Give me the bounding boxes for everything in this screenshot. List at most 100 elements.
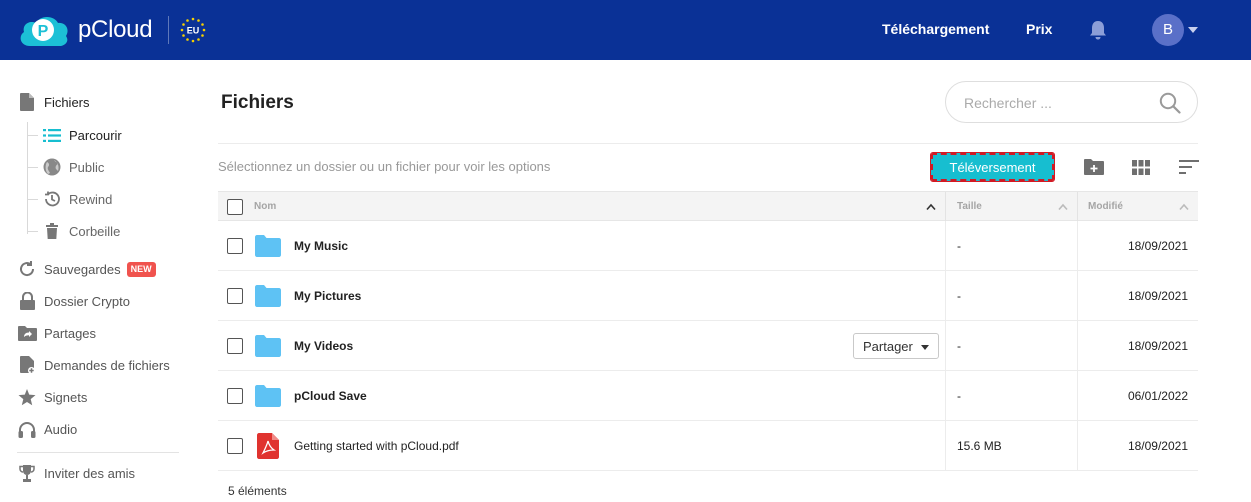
sort-icon[interactable] — [1178, 157, 1200, 177]
sidebar-item-files[interactable]: Fichiers — [17, 92, 90, 112]
sidebar-item-file-requests[interactable]: Demandes de fichiers — [17, 355, 170, 375]
sidebar-item-trash[interactable]: Corbeille — [42, 221, 120, 241]
file-request-icon — [17, 355, 37, 375]
folder-icon — [255, 335, 281, 357]
column-header-modified[interactable]: Modifié — [1088, 201, 1123, 212]
file-name[interactable]: Getting started with pCloud.pdf — [294, 439, 459, 453]
file-size: 15.6 MB — [957, 439, 1002, 453]
sidebar-item-label: Sauvegardes — [44, 261, 121, 277]
new-badge: NEW — [126, 261, 156, 277]
sidebar-item-crypto[interactable]: Dossier Crypto — [17, 291, 130, 311]
column-divider — [1077, 221, 1078, 271]
file-name[interactable]: My Videos — [294, 339, 353, 353]
row-checkbox[interactable] — [227, 388, 243, 404]
sidebar-item-label: Audio — [44, 421, 78, 437]
sidebar-item-public[interactable]: Public — [42, 157, 104, 177]
sidebar-item-label: Partages — [44, 325, 97, 341]
nav-pricing-link[interactable]: Prix — [1026, 21, 1052, 37]
sidebar-item-audio[interactable]: Audio — [17, 419, 77, 439]
upload-button[interactable]: Téléversement — [930, 152, 1055, 182]
file-size: - — [957, 239, 961, 253]
column-divider — [1077, 192, 1078, 222]
column-divider — [1077, 371, 1078, 421]
table-row[interactable]: My Pictures - 18/09/2021 — [218, 271, 1198, 321]
file-icon — [17, 92, 37, 112]
sidebar-item-label: Corbeille — [69, 223, 121, 239]
column-divider — [1077, 271, 1078, 321]
tree-branch — [27, 199, 38, 200]
logo-divider — [168, 16, 169, 44]
eu-flag-icon: EU — [180, 17, 206, 43]
sidebar-item-invite[interactable]: Inviter des amis — [17, 463, 135, 483]
sidebar-item-label: Demandes de fichiers — [44, 357, 170, 373]
row-checkbox[interactable] — [227, 288, 243, 304]
pdf-file-icon — [257, 433, 279, 459]
tree-line — [27, 122, 28, 234]
sidebar-item-label: Inviter des amis — [44, 465, 136, 481]
file-size: - — [957, 389, 961, 403]
shared-folder-icon — [17, 323, 37, 343]
headphones-icon — [17, 419, 37, 439]
folder-icon — [255, 235, 281, 257]
file-size: - — [957, 339, 961, 353]
sidebar-item-label: Fichiers — [44, 94, 90, 110]
tree-branch — [27, 231, 38, 232]
search-placeholder: Rechercher ... — [964, 95, 1052, 111]
file-modified: 18/09/2021 — [1127, 339, 1188, 353]
sort-asc-icon[interactable] — [1058, 203, 1068, 211]
share-dropdown-button[interactable]: Partager — [853, 333, 939, 359]
sidebar-item-label: Dossier Crypto — [44, 293, 130, 309]
nav-download-link[interactable]: Téléchargement — [882, 21, 989, 37]
share-label: Partager — [863, 338, 913, 354]
sidebar-item-label: Public — [69, 159, 105, 175]
table-row[interactable]: My Videos Partager - 18/09/2021 — [218, 321, 1198, 371]
row-checkbox[interactable] — [227, 438, 243, 454]
user-avatar[interactable]: B — [1152, 14, 1184, 46]
sort-asc-icon[interactable] — [1179, 203, 1189, 211]
new-folder-icon[interactable] — [1083, 157, 1105, 177]
table-row[interactable]: My Music - 18/09/2021 — [218, 221, 1198, 271]
column-divider — [945, 371, 946, 421]
svg-text:P: P — [38, 23, 49, 40]
history-icon — [42, 189, 62, 209]
item-count: 5 éléments — [228, 484, 287, 498]
selection-hint: Sélectionnez un dossier ou un fichier po… — [218, 159, 551, 174]
column-divider — [1077, 321, 1078, 371]
folder-icon — [255, 385, 281, 407]
file-name[interactable]: My Pictures — [294, 289, 361, 303]
file-name[interactable]: My Music — [294, 239, 348, 253]
sidebar-item-browse[interactable]: Parcourir — [42, 125, 122, 145]
tree-branch — [27, 135, 38, 136]
file-name[interactable]: pCloud Save — [294, 389, 367, 403]
select-all-checkbox[interactable] — [227, 199, 243, 215]
sort-asc-icon[interactable] — [926, 203, 936, 211]
column-divider — [945, 271, 946, 321]
sidebar-item-bookmarks[interactable]: Signets — [17, 387, 87, 407]
sidebar-item-shares[interactable]: Partages — [17, 323, 96, 343]
file-size: - — [957, 289, 961, 303]
column-header-name[interactable]: Nom — [254, 201, 276, 212]
sidebar-divider — [17, 452, 179, 453]
search-input[interactable]: Rechercher ... — [945, 81, 1198, 123]
row-checkbox[interactable] — [227, 238, 243, 254]
sidebar-item-backups[interactable]: Sauvegardes NEW — [17, 259, 156, 279]
column-header-size[interactable]: Taille — [957, 201, 982, 212]
column-divider — [945, 192, 946, 222]
sidebar-item-rewind[interactable]: Rewind — [42, 189, 112, 209]
table-header: Nom Taille Modifié — [218, 191, 1198, 222]
column-divider — [945, 321, 946, 371]
chevron-down-icon[interactable] — [1188, 27, 1198, 33]
table-row[interactable]: pCloud Save - 06/01/2022 — [218, 371, 1198, 421]
row-checkbox[interactable] — [227, 338, 243, 354]
table-row[interactable]: Getting started with pCloud.pdf 15.6 MB … — [218, 421, 1198, 471]
sidebar-item-label: Rewind — [69, 191, 113, 207]
trash-icon — [42, 221, 62, 241]
column-divider — [1077, 421, 1078, 471]
search-icon[interactable] — [1159, 92, 1181, 114]
sidebar-item-label: Parcourir — [69, 127, 122, 143]
grid-view-icon[interactable] — [1130, 157, 1152, 177]
star-icon — [17, 387, 37, 407]
folder-icon — [255, 285, 281, 307]
pcloud-logo[interactable]: P pCloud — [16, 12, 153, 48]
notifications-bell-icon[interactable] — [1089, 20, 1107, 40]
